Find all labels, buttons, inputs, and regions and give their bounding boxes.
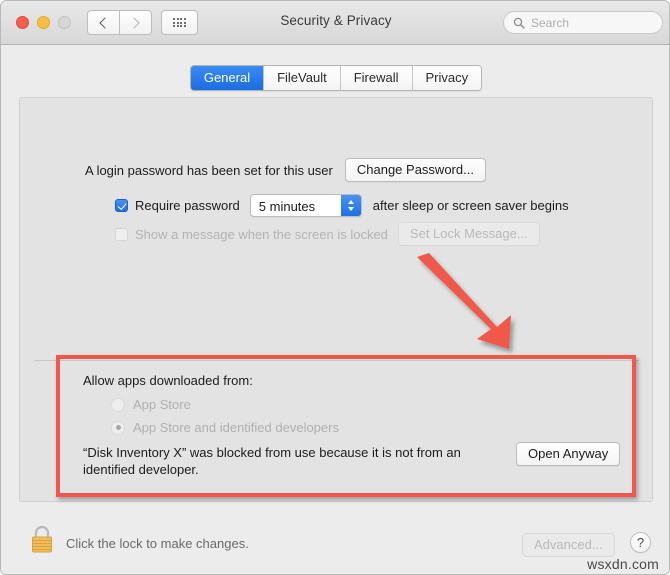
- padlock-closed-icon[interactable]: [28, 524, 56, 554]
- preferences-content: General FileVault Firewall Privacy A log…: [1, 45, 669, 574]
- after-sleep-label: after sleep or screen saver begins: [372, 198, 569, 213]
- search-icon: [513, 17, 525, 29]
- tab-bar: General FileVault Firewall Privacy: [1, 65, 669, 91]
- watermark-text: wsxdn.com: [587, 556, 659, 572]
- radio-app-store[interactable]: App Store: [111, 397, 191, 412]
- set-lock-message-button[interactable]: Set Lock Message...: [397, 222, 540, 246]
- tab-filevault[interactable]: FileVault: [263, 66, 340, 90]
- stepper-arrows[interactable]: [340, 195, 361, 216]
- login-password-label: A login password has been set for this u…: [85, 162, 333, 178]
- lock-hint-text: Click the lock to make changes.: [66, 536, 249, 551]
- stepper-down-icon[interactable]: [347, 207, 354, 211]
- show-lock-message-checkbox[interactable]: [115, 227, 128, 241]
- radio-button-unselected-icon: [111, 397, 125, 412]
- tab-privacy[interactable]: Privacy: [411, 66, 482, 90]
- radio-app-store-and-developers[interactable]: App Store and identified developers: [111, 420, 339, 435]
- advanced-button[interactable]: Advanced...: [522, 533, 615, 557]
- change-password-button[interactable]: Change Password...: [344, 158, 486, 182]
- tab-general[interactable]: General: [190, 66, 264, 90]
- radio-dot-icon: [115, 425, 121, 430]
- require-password-row: Require password 5 minutes after sleep o…: [115, 194, 569, 217]
- lock-message-label: Show a message when the screen is locked: [135, 226, 388, 242]
- radio-app-store-and-developers-label: App Store and identified developers: [133, 420, 339, 435]
- checkmark-icon: [117, 200, 127, 210]
- tab-firewall[interactable]: Firewall: [339, 66, 412, 90]
- window-titlebar: Security & Privacy Search: [1, 1, 669, 45]
- search-placeholder: Search: [531, 15, 570, 30]
- preferences-window: Security & Privacy Search General FileVa…: [0, 0, 670, 575]
- blocked-app-message: “Disk Inventory X” was blocked from use …: [83, 445, 461, 477]
- allow-apps-label: Allow apps downloaded from:: [83, 373, 253, 388]
- sleep-delay-value: 5 minutes: [258, 199, 316, 214]
- open-anyway-button[interactable]: Open Anyway: [516, 442, 621, 466]
- login-password-row: A login password has been set for this u…: [85, 158, 486, 182]
- require-password-label: Require password: [135, 198, 240, 213]
- radio-button-selected-icon: [111, 420, 125, 435]
- stepper-up-icon[interactable]: [347, 200, 354, 204]
- help-button[interactable]: ?: [630, 532, 651, 553]
- radio-app-store-label: App Store: [133, 397, 191, 412]
- sleep-delay-stepper[interactable]: 5 minutes: [249, 194, 362, 217]
- require-password-checkbox[interactable]: [115, 199, 128, 212]
- lock-message-row: Show a message when the screen is locked…: [115, 222, 540, 246]
- search-field[interactable]: Search: [503, 11, 663, 34]
